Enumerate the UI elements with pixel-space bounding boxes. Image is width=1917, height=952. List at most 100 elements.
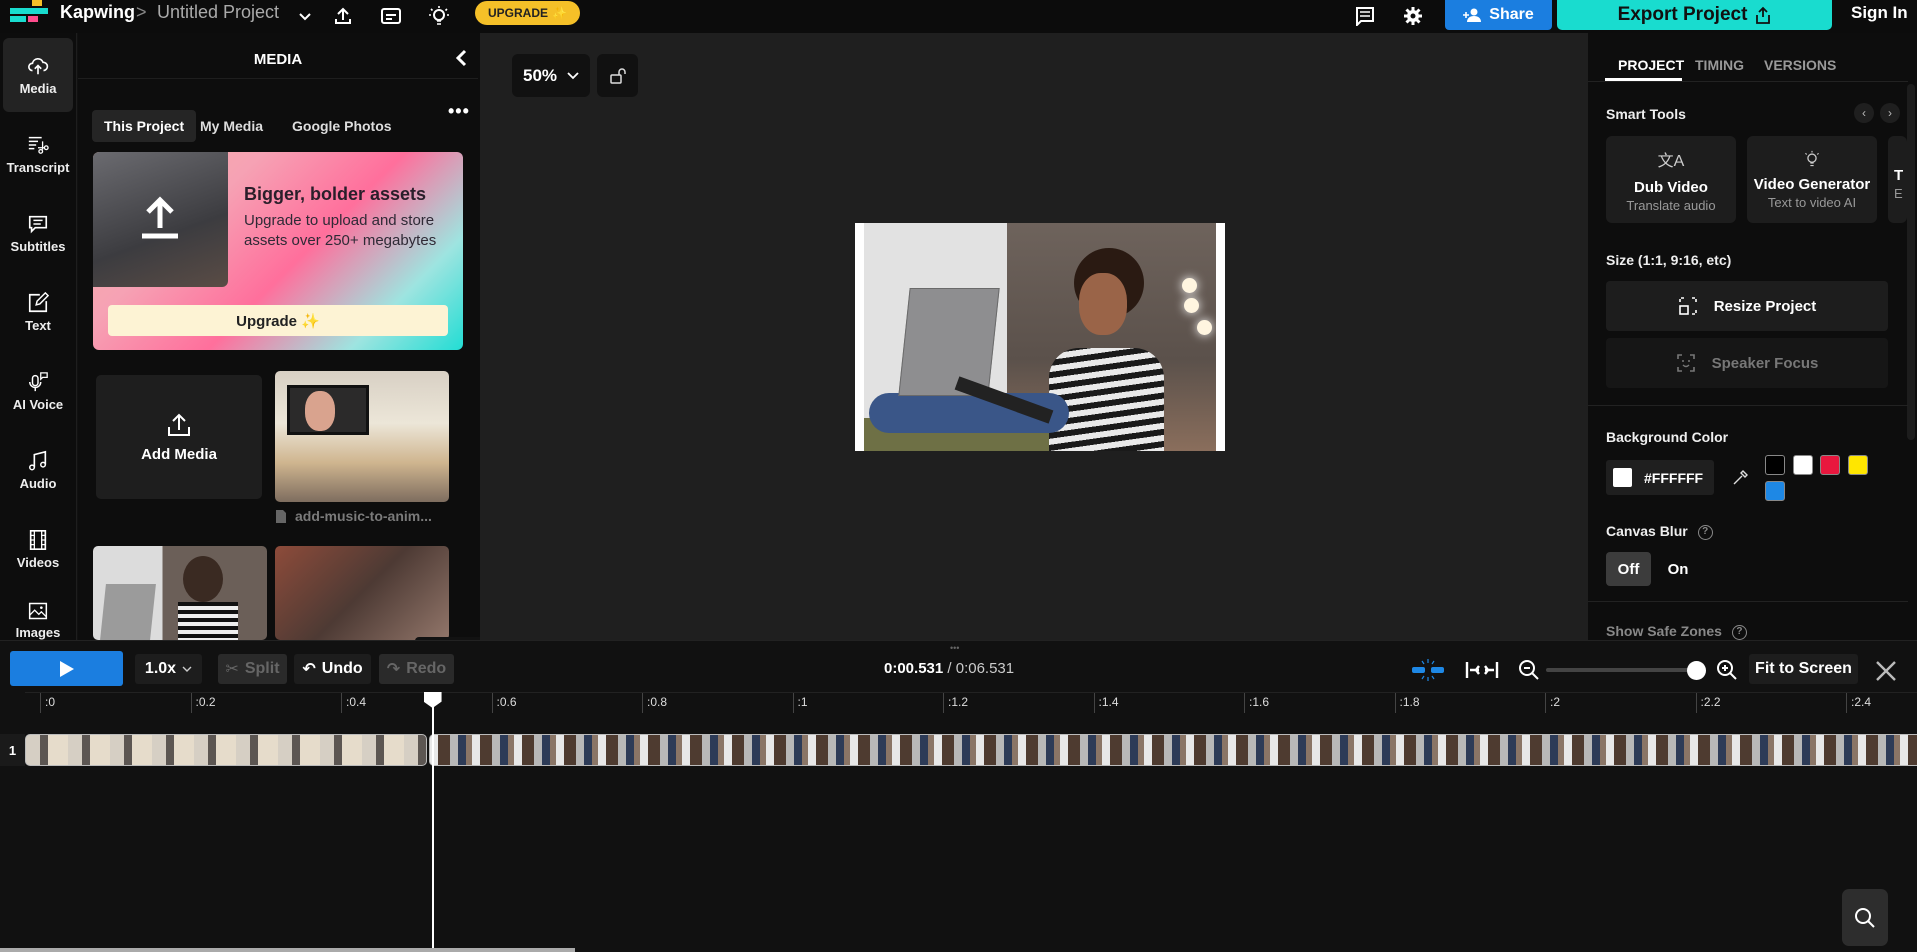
nav-label: Images — [15, 625, 61, 640]
lightbulb-icon[interactable] — [426, 3, 452, 29]
text-edit-icon — [28, 291, 49, 312]
tab-timing[interactable]: TIMING — [1695, 57, 1744, 73]
blur-off-button[interactable]: Off — [1606, 552, 1651, 586]
zoom-out-icon[interactable] — [1518, 659, 1540, 681]
add-media-button[interactable]: Add Media — [96, 375, 262, 499]
ruler-tick: :1.2 — [943, 693, 968, 713]
chevron-down-icon[interactable] — [292, 3, 318, 29]
unlock-icon — [609, 67, 626, 84]
speaker-focus-button[interactable]: Speaker Focus — [1606, 338, 1888, 388]
snap-icon[interactable] — [1411, 658, 1445, 682]
timeline-clip[interactable] — [25, 734, 427, 766]
video-preview[interactable] — [855, 223, 1225, 451]
ruler-tick: :1 — [792, 693, 808, 713]
nav-item-media[interactable]: Media — [3, 38, 73, 112]
nav-label: Audio — [19, 475, 57, 491]
timeline-panel: ••• 1.0x ✂ Split ↶ Undo ↷ Redo 0:00.531 … — [0, 640, 1917, 952]
speaker-focus-label: Speaker Focus — [1711, 354, 1819, 372]
tab-google-photos[interactable]: Google Photos — [280, 110, 404, 142]
divider — [1588, 405, 1908, 406]
split-button[interactable]: ✂ Split — [218, 654, 287, 684]
swatch-blue[interactable] — [1765, 481, 1785, 501]
timeline-clip[interactable] — [429, 734, 1917, 766]
zoom-dropdown[interactable]: 50% — [512, 54, 590, 97]
swatch-red[interactable] — [1820, 455, 1840, 475]
nav-label: AI Voice — [12, 396, 64, 412]
swatch-white[interactable] — [1793, 455, 1813, 475]
nav-item-text[interactable]: Text — [3, 275, 73, 349]
nav-item-subtitles[interactable]: Subtitles — [3, 196, 73, 270]
sign-in-link[interactable]: Sign In — [1851, 3, 1908, 23]
close-icon[interactable] — [1875, 660, 1897, 682]
play-button[interactable] — [10, 651, 123, 686]
export-icon — [1756, 6, 1771, 24]
tab-versions[interactable]: VERSIONS — [1764, 57, 1836, 73]
preview-frame — [864, 223, 1216, 451]
comments-icon[interactable] — [1352, 3, 1378, 29]
export-project-button[interactable]: Export Project — [1557, 0, 1832, 30]
upgrade-button[interactable]: UPGRADE ✨ — [475, 1, 580, 25]
kapwing-logo-icon[interactable] — [10, 0, 50, 26]
blur-on-button[interactable]: On — [1658, 552, 1698, 586]
help-icon[interactable]: ? — [1731, 624, 1747, 640]
sparkle-icon: ✨ — [552, 6, 567, 20]
panel-scrollbar[interactable] — [1907, 84, 1915, 440]
brand-name[interactable]: Kapwing — [60, 2, 135, 23]
promo-upgrade-button[interactable]: Upgrade ✨ — [108, 305, 448, 336]
redo-button[interactable]: ↷ Redo — [379, 654, 454, 684]
video-generator-tool[interactable]: Video Generator Text to video AI — [1747, 136, 1877, 223]
resize-icon — [1678, 297, 1697, 315]
resize-label: Resize Project — [1713, 297, 1817, 315]
tab-this-project[interactable]: This Project — [92, 110, 197, 142]
timeline-ruler[interactable]: :0:0.2:0.4:0.6:0.8:1:1.2:1.4:1.6:1.8:2:2… — [25, 692, 1917, 722]
fit-to-screen-button[interactable]: Fit to Screen — [1749, 654, 1858, 684]
tool-subtitle: Text to video AI — [1767, 194, 1857, 210]
chevron-down-icon — [567, 71, 579, 79]
swatch-black[interactable] — [1765, 455, 1785, 475]
background-color-title: Background Color — [1606, 429, 1729, 445]
canvas-blur-label: Canvas Blur — [1606, 523, 1688, 539]
redo-icon: ↷ — [386, 661, 401, 678]
tab-my-media[interactable]: My Media — [188, 110, 275, 142]
resize-project-button[interactable]: Resize Project — [1606, 281, 1888, 331]
timeline-scrollbar[interactable] — [0, 948, 575, 952]
undo-button[interactable]: ↶ Undo — [294, 654, 371, 684]
captions-icon[interactable] — [378, 3, 404, 29]
share-button[interactable]: Share — [1445, 0, 1552, 30]
nav-item-videos[interactable]: Videos — [3, 512, 73, 586]
nav-item-audio[interactable]: Audio — [3, 433, 73, 507]
tab-project[interactable]: PROJECT — [1618, 57, 1684, 73]
aspect-lock-button[interactable] — [597, 54, 638, 97]
nav-item-images[interactable]: Images — [3, 591, 73, 640]
search-button[interactable] — [1842, 889, 1888, 946]
media-thumbnail[interactable] — [275, 546, 449, 640]
tool-title: Video Generator — [1753, 175, 1871, 193]
media-thumbnail[interactable] — [275, 371, 449, 502]
smart-tools-title: Smart Tools — [1606, 106, 1686, 122]
resize-handle-icon[interactable]: ••• — [950, 643, 959, 653]
nav-item-transcript[interactable]: Transcript — [3, 117, 73, 191]
film-icon — [29, 529, 47, 550]
nav-label: Text — [25, 317, 51, 333]
eyedropper-icon[interactable] — [1732, 470, 1748, 486]
upload-icon[interactable] — [330, 3, 356, 29]
background-color-input[interactable]: #FFFFFF — [1606, 460, 1714, 495]
swatch-yellow[interactable] — [1848, 455, 1868, 475]
speed-dropdown[interactable]: 1.0x — [135, 654, 202, 684]
dub-video-tool[interactable]: 文A Dub Video Translate audio — [1606, 136, 1736, 223]
chevron-left-icon[interactable]: ‹ — [1854, 103, 1874, 123]
nav-item-ai-voice[interactable]: AI Voice — [3, 354, 73, 428]
more-options-icon[interactable]: ••• — [448, 101, 470, 122]
fit-clips-icon[interactable] — [1465, 660, 1499, 680]
media-thumbnail[interactable] — [93, 546, 267, 640]
project-title[interactable]: Untitled Project — [157, 2, 279, 23]
gear-icon[interactable] — [1400, 3, 1426, 29]
chevron-right-icon[interactable]: › — [1880, 103, 1900, 123]
help-icon[interactable]: ? — [1697, 524, 1713, 540]
zoom-in-icon[interactable] — [1716, 659, 1738, 681]
timeline-zoom-slider[interactable] — [1546, 668, 1696, 672]
zoom-slider-knob[interactable] — [1687, 661, 1706, 680]
playhead-line[interactable] — [431, 692, 434, 952]
collapse-panel-icon[interactable] — [454, 49, 468, 67]
partial-tool-card[interactable]: T E — [1888, 136, 1907, 223]
